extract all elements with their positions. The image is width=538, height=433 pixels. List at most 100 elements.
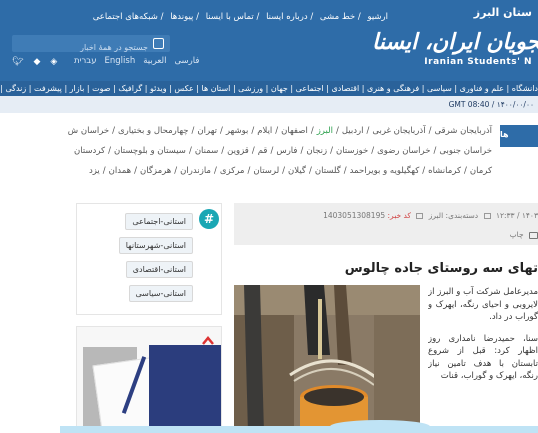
- provinces-nav: ها آذربایجان شرقی/آذربایجان غربی/اردبیل/…: [0, 120, 538, 182]
- article-category[interactable]: دسته‌بندی: البرز: [429, 211, 478, 220]
- province-separator: /: [282, 166, 286, 176]
- article-photo-svg: [234, 285, 420, 433]
- province-separator: /: [219, 126, 223, 136]
- tag-economic[interactable]: استانی-اقتصادی: [125, 261, 193, 278]
- province-link[interactable]: اصفهان: [281, 126, 308, 136]
- top-link-social[interactable]: شبکه‌های اجتماعی: [93, 12, 158, 22]
- search-icon[interactable]: [153, 38, 164, 49]
- province-link[interactable]: خراسان جنوبی: [439, 146, 492, 156]
- provinces-tab[interactable]: ها: [500, 125, 538, 147]
- province-link[interactable]: سمنان: [195, 146, 218, 156]
- province-row-3: کرمان/کرمانشاه/کهگیلویه و بویراحمد/گلستا…: [86, 166, 492, 182]
- logo-line-province: ستان البرز: [473, 6, 532, 19]
- province-separator: /: [336, 126, 339, 136]
- province-link[interactable]: لرستان: [253, 166, 279, 176]
- hashtag-icon: #: [199, 209, 219, 229]
- footer-wave-peak: [330, 420, 430, 433]
- province-separator: /: [422, 166, 426, 176]
- rss-icon[interactable]: ◈: [50, 57, 57, 67]
- tags-box: # استانی-اجتماعی استانی-شهرستانها استانی…: [76, 203, 222, 315]
- lang-english[interactable]: English: [105, 56, 136, 66]
- tag-cities[interactable]: استانی-شهرستانها: [118, 237, 193, 254]
- news-code-label: کد خبر:: [387, 211, 411, 220]
- province-link[interactable]: یزد: [89, 166, 100, 176]
- code-icon: [416, 213, 424, 219]
- province-row-2: خراسان جنوبی/خراسان رضوی/خوزستان/زنجان/ف…: [71, 146, 492, 164]
- province-separator: /: [102, 166, 106, 176]
- province-link[interactable]: خراسان ش: [68, 126, 109, 136]
- province-link[interactable]: مرکزی: [220, 166, 245, 176]
- top-links-bar: آرشیو / خط مشی / درباره ایسنا / تماس با …: [92, 12, 388, 22]
- article-photo[interactable]: [234, 285, 420, 433]
- site-header: آرشیو / خط مشی / درباره ایسنا / تماس با …: [0, 0, 538, 96]
- province-link[interactable]: خراسان رضوی: [377, 146, 430, 156]
- province-link[interactable]: هرمزگان: [140, 166, 171, 176]
- province-separator: /: [174, 166, 178, 176]
- article-meta-line: ۱۴۰۳ / ۱۲:۳۳ دسته‌بندی: البرز کد خبر: 14…: [323, 211, 538, 220]
- province-link[interactable]: قزوین: [227, 146, 249, 156]
- lang-hebrew[interactable]: עברית: [74, 56, 97, 66]
- province-link[interactable]: چهارمحال و بختیاری: [118, 126, 189, 136]
- article-date: ۱۴۰۳ / ۱۲:۳۳: [495, 211, 538, 220]
- province-link[interactable]: گلستان: [315, 166, 341, 176]
- province-separator: /: [366, 126, 370, 136]
- province-link[interactable]: کرمان: [470, 166, 492, 176]
- twitter-icon[interactable]: 🐦︎: [12, 57, 23, 67]
- category-nav[interactable]: دانشگاه | علم و فناوری | سیاسی | فرهنگی …: [0, 81, 538, 96]
- province-link[interactable]: سیستان و بلوچستان: [114, 146, 186, 156]
- province-link[interactable]: ایلام: [257, 126, 272, 136]
- province-link[interactable]: بوشهر: [226, 126, 249, 136]
- province-separator: /: [371, 146, 375, 156]
- article-paragraph-1: مدیرعامل شرکت آب و البرز از لایروبی و اح…: [428, 287, 538, 322]
- top-link-contact[interactable]: تماس با ایسنا: [206, 12, 254, 22]
- article-paragraph-2: سنا، حمیدرضا نامداری روز اظهار کرد: قبل …: [428, 333, 538, 382]
- province-link[interactable]: کهگیلویه و بویراحمد: [350, 166, 420, 176]
- news-code: 1403051308195: [323, 211, 386, 220]
- province-separator: /: [247, 166, 251, 176]
- print-icon: [529, 231, 538, 239]
- lang-persian[interactable]: فارسی: [174, 56, 199, 66]
- province-link[interactable]: مازندران: [180, 166, 211, 176]
- province-link[interactable]: گیلان: [288, 166, 306, 176]
- tag-social[interactable]: استانی-اجتماعی: [125, 213, 193, 230]
- province-link[interactable]: همدان: [109, 166, 131, 176]
- province-row-1: آذربایجان شرقی/آذربایجان غربی/اردبیل/الب…: [65, 126, 492, 144]
- lang-arabic[interactable]: العربية: [143, 56, 166, 66]
- article-body: مدیرعامل شرکت آب و البرز از لایروبی و اح…: [428, 286, 538, 433]
- province-separator: /: [310, 126, 314, 136]
- province-separator: /: [270, 146, 274, 156]
- province-link[interactable]: تهران: [197, 126, 217, 136]
- province-link[interactable]: قم: [258, 146, 268, 156]
- site-logo[interactable]: ستان البرز شجویان ایران، ایسنا Iranian S…: [372, 6, 538, 92]
- province-separator: /: [251, 126, 255, 136]
- province-link[interactable]: کرمانشاه: [428, 166, 461, 176]
- top-link-about[interactable]: درباره ایسنا: [266, 12, 308, 22]
- province-link[interactable]: البرز: [317, 126, 333, 136]
- province-separator: /: [134, 166, 137, 176]
- promo-image[interactable]: [76, 326, 222, 433]
- province-link[interactable]: آذربایجان شرقی: [434, 126, 492, 136]
- province-link[interactable]: کردستان: [74, 146, 105, 156]
- province-separator: /: [308, 166, 312, 176]
- province-link[interactable]: خوزستان: [336, 146, 368, 156]
- tag-political[interactable]: استانی-سیاسی: [128, 285, 193, 302]
- province-separator: /: [300, 146, 304, 156]
- province-link[interactable]: فارس: [276, 146, 297, 156]
- province-separator: /: [191, 126, 195, 136]
- province-separator: /: [188, 146, 192, 156]
- android-icon[interactable]: ◆: [33, 57, 40, 67]
- province-link[interactable]: اردبیل: [342, 126, 364, 136]
- logo-line-english: Iranian Students' N: [424, 57, 532, 67]
- promo-photo-right: [149, 345, 221, 432]
- article-title: تهای سه روستای جاده چالوس: [344, 261, 538, 276]
- calendar-icon: [483, 213, 491, 219]
- province-separator: /: [428, 126, 432, 136]
- footer-wave: [60, 426, 538, 433]
- top-link-links[interactable]: پیوندها: [170, 12, 193, 22]
- top-link-policy[interactable]: خط مشی: [320, 12, 355, 22]
- province-link[interactable]: زنجان: [306, 146, 327, 156]
- search-input[interactable]: [50, 39, 170, 56]
- print-link[interactable]: چاپ: [510, 230, 538, 239]
- province-link[interactable]: آذربایجان غربی: [372, 126, 425, 136]
- province-separator: /: [343, 166, 347, 176]
